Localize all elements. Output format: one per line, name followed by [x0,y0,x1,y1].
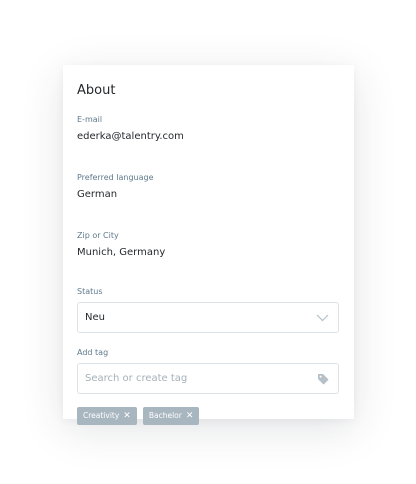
page: About E-mail ederka@talentry.com Preferr… [0,0,416,484]
location-value: Munich, Germany [77,247,166,258]
status-field: Status Neu [77,287,340,333]
email-field: E-mail ederka@talentry.com [77,115,340,143]
add-tag-field: Add tag Search or create tag [77,348,340,394]
status-label: Status [77,287,103,296]
add-tag-label: Add tag [77,348,109,357]
language-value: German [77,189,118,200]
tag-search-placeholder: Search or create tag [85,373,188,384]
remove-tag-icon[interactable]: ✕ [123,407,131,425]
email-label: E-mail [77,115,103,124]
remove-tag-icon[interactable]: ✕ [186,407,194,425]
about-card: About E-mail ederka@talentry.com Preferr… [63,65,354,425]
tag-chip[interactable]: Bachelor ✕ [142,407,200,425]
status-selected-value: Neu [85,312,105,323]
location-label: Zip or City [77,231,119,240]
tag-search-input[interactable]: Search or create tag [77,363,339,394]
location-field: Zip or City Munich, Germany [77,231,340,259]
chevron-down-icon [316,314,329,322]
language-label: Preferred language [77,173,154,182]
language-field: Preferred language German [77,173,340,201]
tag-chip-label: Bachelor [148,411,182,420]
tag-list: Creativity ✕ Bachelor ✕ [77,407,340,425]
tag-chip-label: Creativity [83,411,120,420]
card-title: About [77,83,116,98]
email-value: ederka@talentry.com [77,131,184,142]
tag-chip[interactable]: Creativity ✕ [77,407,137,425]
tag-icon[interactable] [317,373,329,385]
status-select[interactable]: Neu [77,302,339,333]
